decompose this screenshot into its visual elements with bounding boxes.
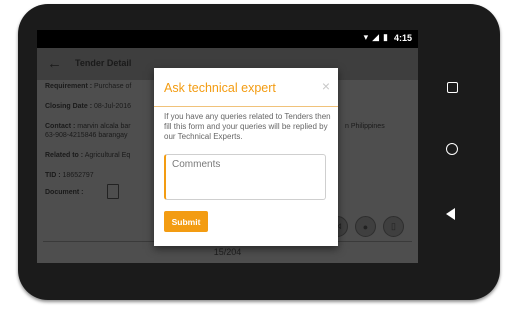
navigation-bar — [438, 70, 468, 230]
signal-icon: ◢ — [372, 32, 380, 42]
trash-icon[interactable]: ▯ — [383, 216, 404, 237]
closing-date-label: Closing Date : — [45, 103, 93, 110]
pager-indicator: 15/204 — [213, 247, 242, 257]
document-label: Document : — [45, 189, 84, 196]
contact-phone: 63-908-4215846 barangay — [45, 132, 128, 139]
status-icons: ▾ ◢ ▮ 4:15 — [364, 32, 412, 43]
action-icons: ⋈ ● ▯ — [327, 216, 404, 237]
requirement-value: Purchase of — [94, 83, 132, 90]
wifi-icon: ▾ — [363, 32, 369, 42]
document-icon[interactable] — [107, 184, 119, 199]
closing-date-row: Closing Date : 08-Jul-2016 — [45, 102, 131, 111]
contact-label: Contact : — [45, 123, 76, 130]
recents-icon[interactable] — [447, 82, 458, 93]
document-row: Document : — [45, 188, 84, 197]
related-row: Related to : Agricultural Eq — [45, 151, 130, 160]
related-value: Agricultural Eq — [84, 152, 131, 159]
contact-value-suffix: n Philippines — [345, 123, 385, 130]
related-label: Related to : — [45, 152, 84, 159]
comments-input[interactable] — [164, 154, 326, 200]
person-icon[interactable]: ● — [355, 216, 376, 237]
dialog-message: If you have any queries related to Tende… — [164, 112, 331, 141]
closing-date-value: 08-Jul-2016 — [94, 103, 131, 110]
ask-expert-dialog: Ask technical expert × If you have any q… — [154, 68, 338, 246]
dialog-title: Ask technical expert — [164, 81, 276, 95]
status-bar: ▾ ◢ ▮ 4:15 — [37, 30, 418, 48]
status-time: 4:15 — [393, 32, 412, 43]
back-icon[interactable] — [446, 208, 455, 220]
requirement-row: Requirement : Purchase of — [45, 82, 131, 91]
battery-icon: ▮ — [383, 32, 388, 42]
requirement-label: Requirement : — [45, 83, 93, 90]
arrow-back-icon[interactable]: ← — [47, 55, 62, 72]
home-icon[interactable] — [446, 143, 458, 155]
contact-row: Contact : marvin alcala bar — [45, 122, 131, 131]
submit-button[interactable]: Submit — [164, 211, 208, 232]
tid-row: TID : 18652797 — [45, 171, 94, 180]
tid-label: TID : — [45, 172, 61, 179]
dialog-divider — [154, 106, 338, 107]
close-icon[interactable]: × — [322, 79, 330, 93]
contact-value: marvin alcala bar — [77, 123, 131, 130]
page-title: Tender Detail — [75, 58, 132, 68]
tid-value: 18652797 — [62, 172, 94, 179]
